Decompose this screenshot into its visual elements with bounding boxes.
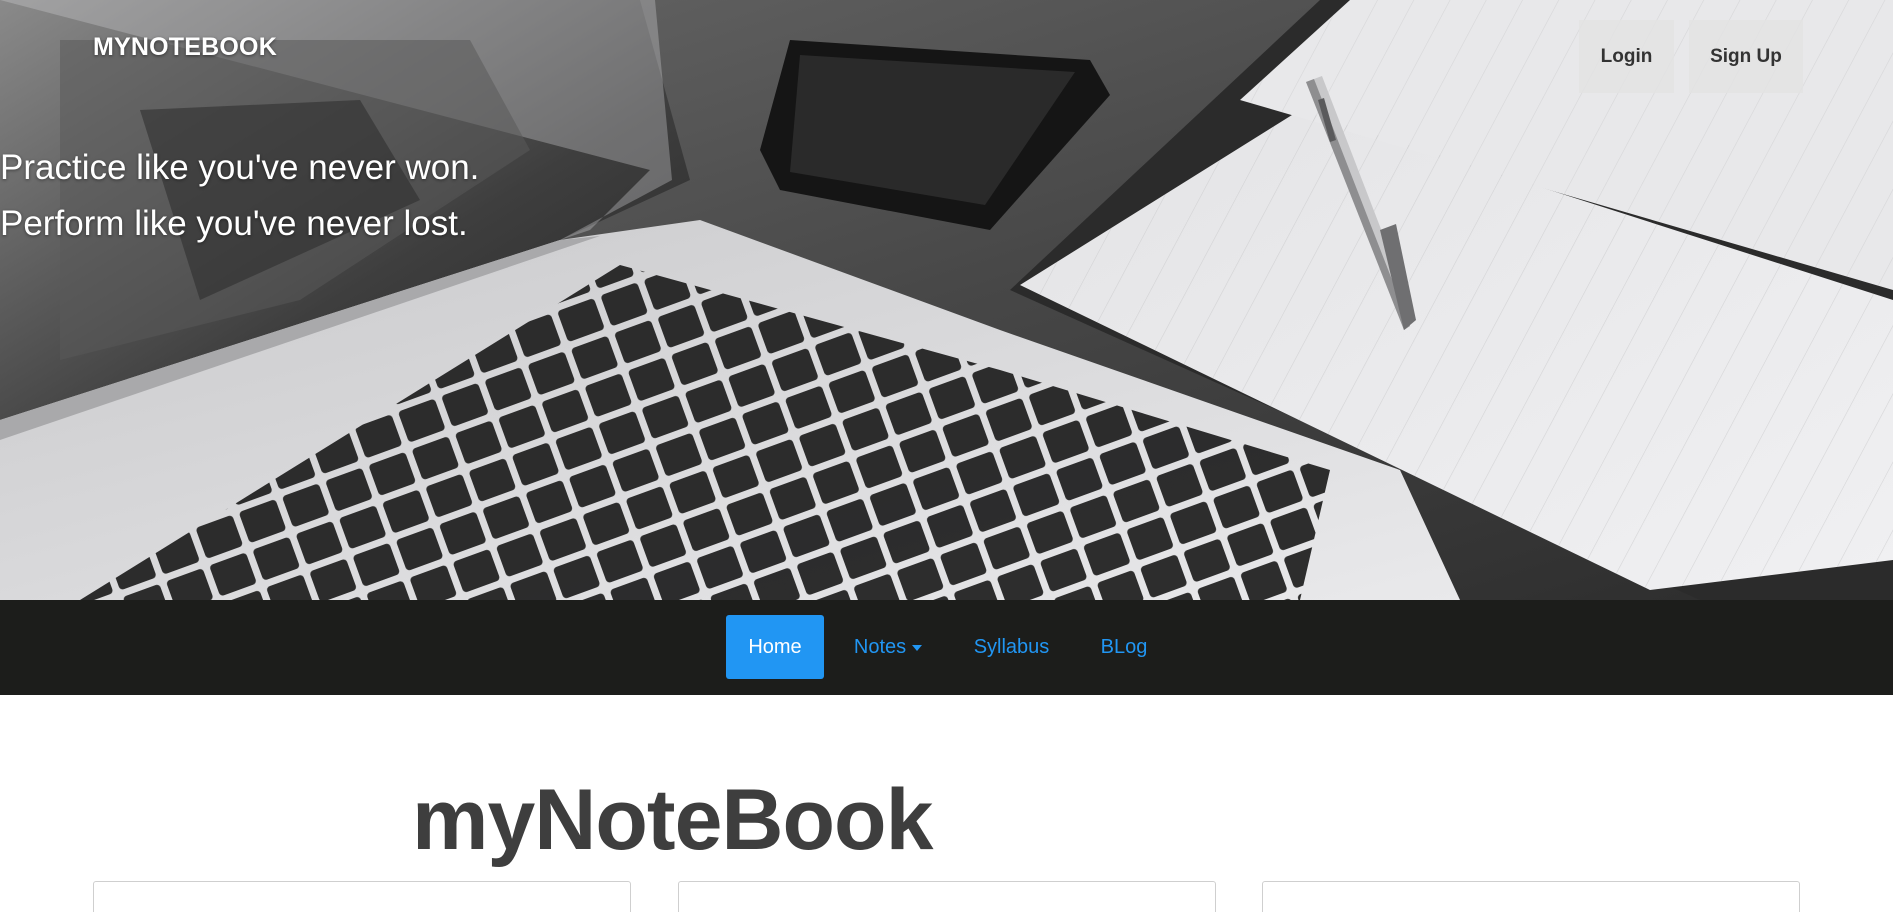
nav-notes-dropdown[interactable]: Notes (848, 615, 928, 679)
hero-tagline: Practice like you've never won. Perform … (0, 140, 479, 252)
tagline-line-2: Perform like you've never lost. (0, 204, 468, 243)
site-logo[interactable]: MYNOTEBOOK (93, 33, 277, 62)
nav-syllabus-label: Syllabus (973, 635, 1050, 658)
page: MYNOTEBOOK Practice like you've never wo… (0, 0, 1893, 912)
tagline-line-1: Practice like you've never won. (0, 148, 480, 187)
sign-up-button[interactable]: Sign Up (1689, 20, 1803, 93)
content-card (678, 881, 1216, 912)
content-card (1262, 881, 1800, 912)
login-button[interactable]: Login (1579, 20, 1674, 93)
main-nav: Home Notes Syllabus BLog (0, 600, 1893, 695)
hero-banner: MYNOTEBOOK Practice like you've never wo… (0, 0, 1893, 600)
nav-syllabus[interactable]: Syllabus (965, 615, 1058, 679)
content-card (93, 881, 631, 912)
nav-blog-label: BLog (1100, 635, 1148, 658)
nav-home[interactable]: Home (726, 615, 824, 679)
nav-notes-label: Notes (853, 635, 907, 658)
caret-down-icon (912, 645, 923, 651)
page-title: myNoteBook (412, 772, 933, 868)
nav-blog[interactable]: BLog (1093, 615, 1155, 679)
nav-home-label: Home (748, 635, 802, 658)
